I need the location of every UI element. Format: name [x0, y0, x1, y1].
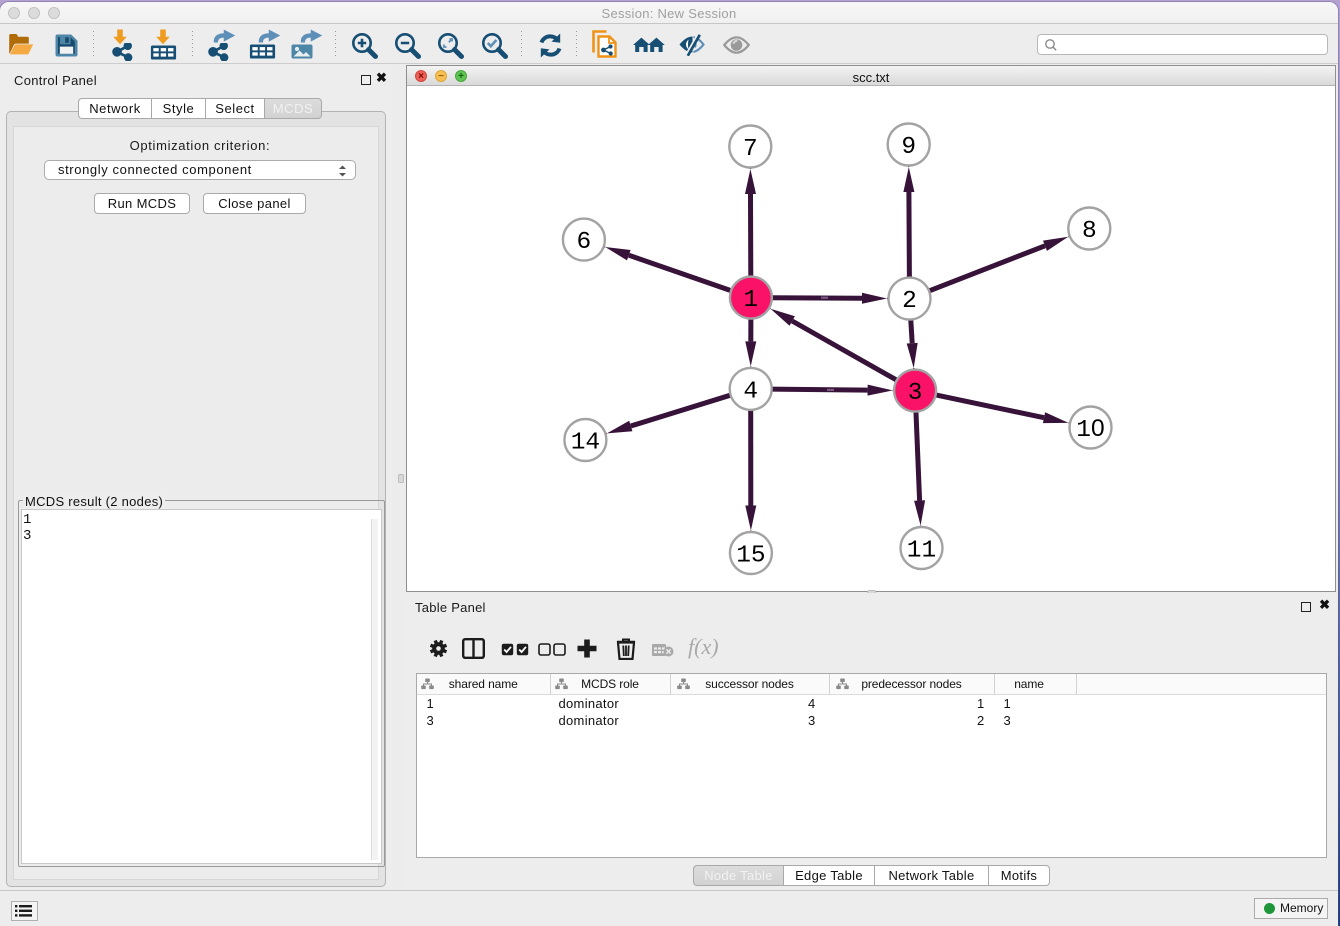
svg-text:10: 10 — [1076, 415, 1104, 444]
svg-text:9: 9 — [901, 134, 916, 161]
svg-text:3: 3 — [908, 380, 923, 407]
svg-text:6: 6 — [577, 229, 592, 256]
svg-text:15: 15 — [736, 543, 765, 570]
svg-text:14: 14 — [571, 430, 600, 457]
svg-text:4: 4 — [743, 378, 758, 405]
svg-text:2: 2 — [902, 288, 917, 315]
svg-text:7: 7 — [743, 136, 758, 163]
svg-text:11: 11 — [907, 538, 936, 565]
svg-text:8: 8 — [1082, 218, 1097, 245]
svg-text:1: 1 — [744, 287, 759, 314]
